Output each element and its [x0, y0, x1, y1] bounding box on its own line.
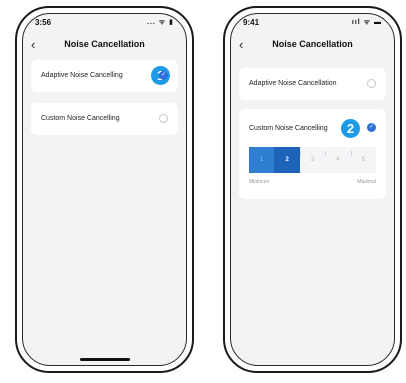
slider-segment-4[interactable]: 4: [325, 147, 351, 173]
nav-bar: ‹ Noise Cancellation: [23, 34, 186, 58]
status-bar: 3:56 ... ᯤ ▮: [35, 18, 174, 30]
option-label: Adaptive Noise Cancellation: [249, 80, 337, 87]
slider-segment-3[interactable]: 3: [299, 147, 326, 173]
status-time: 3:56: [35, 18, 52, 27]
option-custom[interactable]: Custom Noise Cancelling 2 ✓ 1 2 3 4 5 Mi…: [239, 109, 386, 199]
option-custom[interactable]: Custom Noise Cancelling: [31, 103, 178, 135]
option-adaptive[interactable]: Adaptive Noise Cancelling 1 ✓: [31, 60, 178, 92]
screen-right: 9:41 ııl ᯤ ▬ ‹ Noise Cancellation Adapti…: [230, 13, 395, 366]
nav-bar: ‹ Noise Cancellation: [231, 34, 394, 58]
option-label: Custom Noise Cancelling: [41, 115, 120, 122]
radio-icon[interactable]: [367, 79, 376, 88]
status-icons: ... ᯤ ▮: [147, 19, 174, 26]
slider-segment-2[interactable]: 2: [274, 147, 300, 173]
phone-right: 9:41 ııl ᯤ ▬ ‹ Noise Cancellation Adapti…: [223, 6, 402, 373]
phone-left: 3:56 ... ᯤ ▮ ‹ Noise Cancellation Adapti…: [15, 6, 194, 373]
checkmark-icon[interactable]: ✓: [159, 71, 168, 80]
checkmark-icon[interactable]: ✓: [367, 123, 376, 132]
home-indicator: [79, 358, 130, 361]
step-badge: 2: [341, 119, 360, 138]
option-adaptive[interactable]: Adaptive Noise Cancellation: [239, 68, 386, 100]
noise-level-slider[interactable]: 1 2 3 4 5: [249, 147, 377, 173]
status-bar: 9:41 ııl ᯤ ▬: [243, 18, 382, 30]
option-label: Adaptive Noise Cancelling: [41, 72, 123, 79]
screen-left: 3:56 ... ᯤ ▮ ‹ Noise Cancellation Adapti…: [22, 13, 187, 366]
slider-segment-5[interactable]: 5: [350, 147, 377, 173]
status-icons: ııl ᯤ ▬: [351, 19, 382, 26]
radio-icon[interactable]: [159, 114, 168, 123]
slider-max-label: Maximal: [357, 179, 376, 185]
slider-segment-1[interactable]: 1: [249, 147, 275, 173]
option-label: Custom Noise Cancelling: [249, 125, 328, 132]
page-title: Noise Cancellation: [64, 39, 145, 49]
status-time: 9:41: [243, 18, 260, 27]
slider-min-label: Minimum: [249, 179, 270, 185]
page-title: Noise Cancellation: [272, 39, 353, 49]
